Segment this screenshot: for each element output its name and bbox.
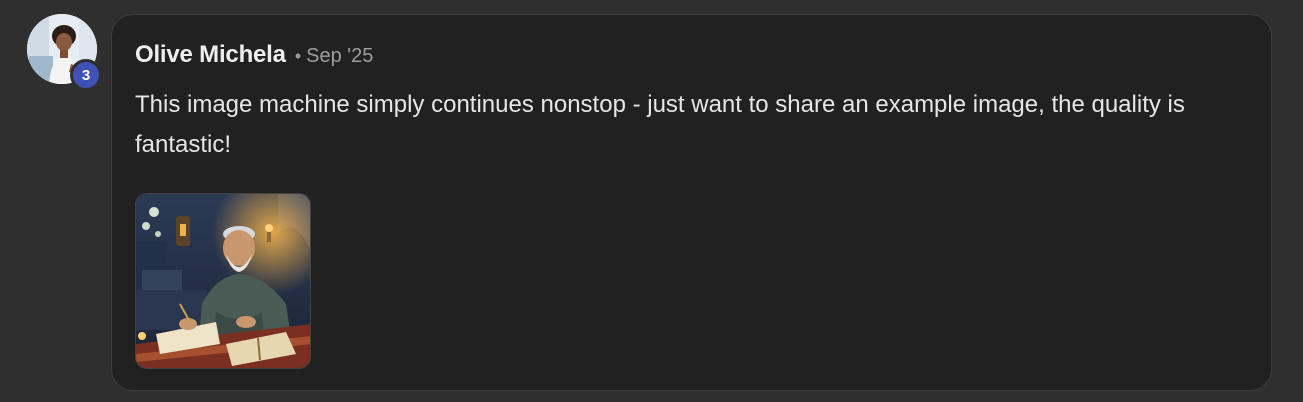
attached-image-thumbnail-icon xyxy=(136,194,310,368)
author-name[interactable]: Olive Michela xyxy=(135,41,286,69)
attached-image[interactable] xyxy=(135,193,311,369)
author-avatar-wrapper[interactable]: 3 xyxy=(27,14,102,91)
meta-separator: • xyxy=(294,46,302,66)
post-card: Olive Michela • Sep '25 This image machi… xyxy=(111,14,1272,391)
post-body: This image machine simply continues nons… xyxy=(135,91,1185,158)
user-level-badge: 3 xyxy=(70,59,102,91)
post-thread: 3 Olive Michela • Sep '25 This image mac… xyxy=(0,0,1303,402)
post-header: Olive Michela • Sep '25 xyxy=(135,41,373,69)
post-date[interactable]: Sep '25 xyxy=(306,45,373,68)
